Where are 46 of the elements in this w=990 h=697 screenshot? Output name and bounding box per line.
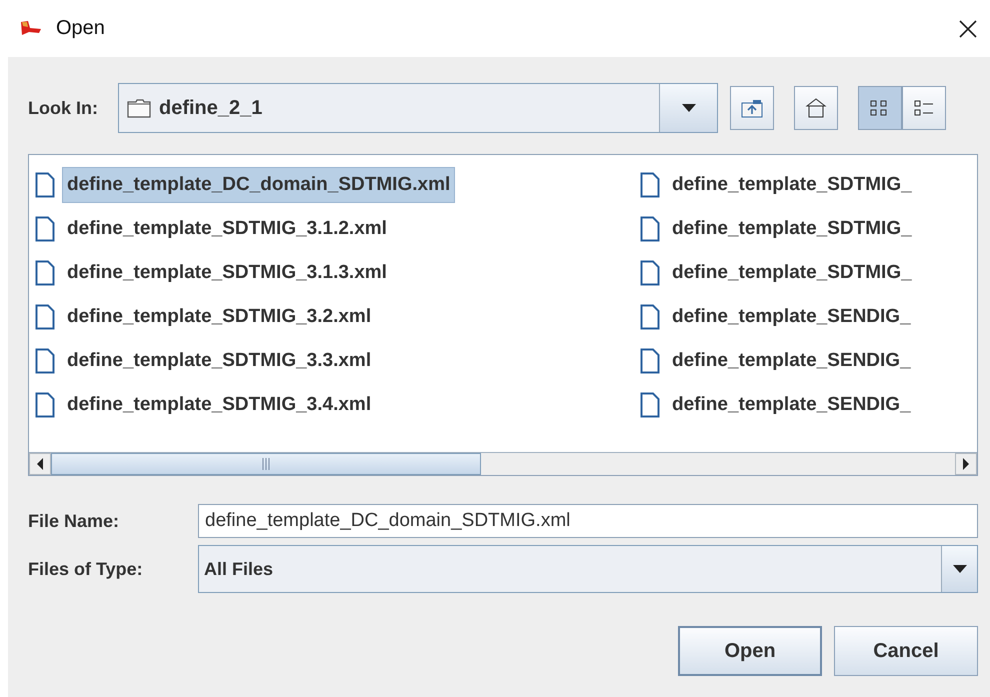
file-name-label: File Name: (28, 510, 120, 532)
file-icon (35, 260, 55, 286)
details-view-button[interactable] (902, 86, 946, 130)
file-name-field[interactable]: define_template_DC_domain_SDTMIG.xml (198, 504, 978, 538)
file-icon (640, 304, 660, 330)
file-icon (640, 216, 660, 242)
file-icon (640, 172, 660, 198)
folder-icon (127, 98, 151, 118)
horizontal-scrollbar[interactable] (29, 452, 977, 475)
home-icon (805, 98, 827, 118)
close-icon[interactable] (958, 18, 978, 38)
file-icon (35, 348, 55, 374)
file-icon (35, 216, 55, 242)
window-title: Open (56, 17, 106, 40)
file-item[interactable]: define_template_SDTMIG_3.3.xml (35, 339, 640, 383)
up-folder-button[interactable] (730, 86, 774, 130)
file-icon (640, 392, 660, 418)
file-item[interactable]: define_template_SDTMIG_ (640, 207, 977, 251)
details-view-icon (913, 98, 935, 118)
scrollbar-thumb[interactable] (51, 453, 481, 475)
app-icon (20, 20, 42, 38)
home-button[interactable] (794, 86, 838, 130)
file-item[interactable]: define_template_SDTMIG_3.4.xml (35, 383, 640, 427)
look-in-dropdown[interactable]: define_2_1 (118, 83, 718, 133)
file-type-label: Files of Type: (28, 558, 144, 580)
cancel-button[interactable]: Cancel (834, 626, 978, 676)
file-icon (35, 304, 55, 330)
file-type-dropdown[interactable]: All Files (198, 545, 978, 593)
list-view-button[interactable] (858, 86, 902, 130)
open-button[interactable]: Open (678, 626, 822, 676)
file-item[interactable]: define_template_SENDIG_ (640, 383, 977, 427)
file-icon (35, 172, 55, 198)
file-item[interactable]: define_template_SDTMIG_ (640, 251, 977, 295)
file-item[interactable]: define_template_SENDIG_ (640, 339, 977, 383)
file-item[interactable]: define_template_SDTMIG_3.1.2.xml (35, 207, 640, 251)
file-item[interactable]: define_template_SDTMIG_3.2.xml (35, 295, 640, 339)
file-icon (35, 392, 55, 418)
file-icon (640, 348, 660, 374)
scroll-right-icon[interactable] (962, 458, 970, 470)
look-in-label: Look In: (28, 98, 98, 118)
folder-up-icon (741, 98, 763, 118)
file-icon (640, 260, 660, 286)
scroll-left-icon[interactable] (36, 458, 44, 470)
file-item[interactable]: define_template_SDTMIG_ (640, 163, 977, 207)
file-item[interactable]: define_template_SENDIG_ (640, 295, 977, 339)
file-item[interactable]: define_template_SDTMIG_3.1.3.xml (35, 251, 640, 295)
